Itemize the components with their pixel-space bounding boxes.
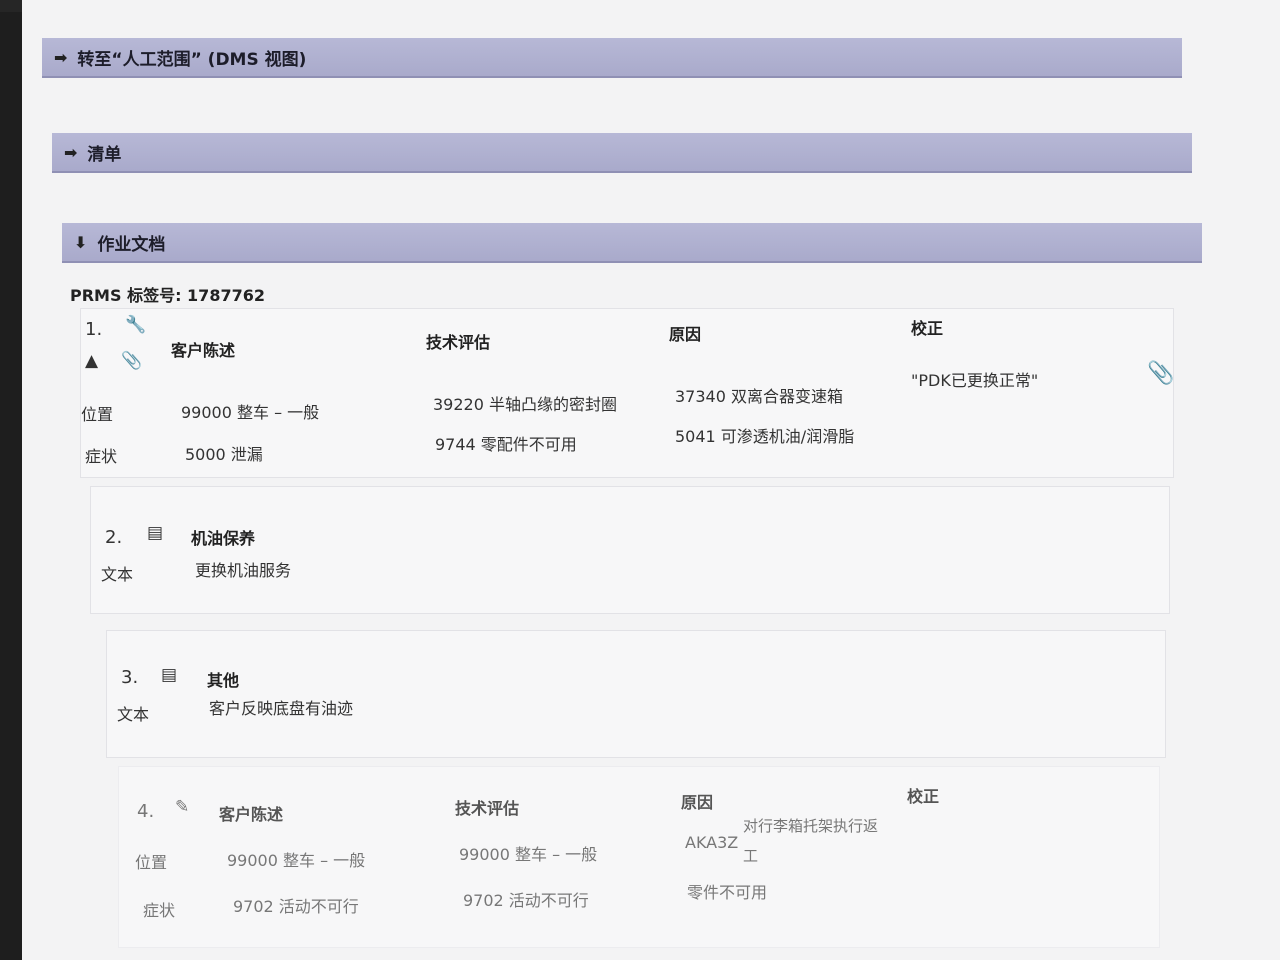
job-item-1: 1. 🔧 ▲ 📎 客户陈述 技术评估 原因 校正 位置 症状 99000 整车 …: [80, 308, 1174, 478]
text-label: 文本: [117, 705, 150, 724]
goto-labour-section-header[interactable]: ➡ 转至“人工范围” (DMS 视图): [42, 38, 1182, 78]
paperclip-icon[interactable]: 📎: [1147, 361, 1174, 386]
customer-position-value: 99000 整车 – 一般: [227, 851, 366, 870]
job-item-4: 4. ✎ 客户陈述 技术评估 原因 校正 位置 症状 99000 整车 – 一般…: [118, 766, 1160, 948]
job-item-2: 2. ▤ 机油保养 文本 更换机油服务: [90, 486, 1170, 614]
customer-position-value: 99000 整车 – 一般: [181, 403, 320, 422]
job-item-3: 3. ▤ 其他 文本 客户反映底盘有油迹: [106, 630, 1166, 758]
symptom-label: 症状: [143, 901, 176, 920]
customer-statement-header: 客户陈述: [171, 341, 236, 360]
document-icon[interactable]: ▤: [161, 665, 177, 685]
item-title: 机油保养: [191, 529, 256, 548]
item-title: 其他: [207, 671, 240, 690]
tech-symptom-value: 9744 零配件不可用: [435, 435, 577, 454]
arrow-right-icon: ➡: [54, 47, 68, 67]
edit-icon[interactable]: ✎: [175, 797, 189, 817]
prms-tag-value: 1787762: [187, 286, 265, 305]
correction-header: 校正: [907, 787, 940, 806]
text-label: 文本: [101, 565, 134, 584]
cause-header: 原因: [669, 325, 702, 344]
customer-symptom-value: 5000 泄漏: [185, 445, 263, 464]
app-screen: ➡ 转至“人工范围” (DMS 视图) ➡ 清单 ⬇ 作业文档 PRMS 标签号…: [22, 0, 1280, 960]
tech-assessment-header: 技术评估: [455, 799, 520, 818]
prms-tag: PRMS 标签号: 1787762: [70, 282, 265, 306]
arrow-down-icon: ⬇: [74, 232, 88, 252]
position-label: 位置: [135, 853, 168, 872]
item-number: 4.: [137, 801, 155, 822]
item-number: 1.: [85, 319, 103, 340]
cause-header: 原因: [681, 793, 714, 812]
checklist-label: 清单: [87, 144, 122, 165]
tech-position-value: 39220 半轴凸缘的密封圈: [433, 395, 617, 414]
cause-position-value: 37340 双离合器变速箱: [675, 387, 843, 406]
cause-desc-line-1: 对行李箱托架执行返: [743, 817, 879, 835]
symptom-label: 症状: [85, 447, 118, 466]
cause-symptom-value: 零件不可用: [687, 883, 768, 902]
paperclip-icon[interactable]: 📎: [121, 351, 142, 371]
item-number: 3.: [121, 667, 139, 688]
prms-tag-label: PRMS 标签号:: [70, 286, 182, 305]
cause-code-value: AKA3Z: [685, 833, 739, 852]
correction-value: "PDK已更换正常": [911, 371, 1039, 390]
job-docs-section-header[interactable]: ⬇ 作业文档: [62, 223, 1202, 263]
wrench-icon[interactable]: 🔧: [125, 315, 146, 335]
item-number: 2.: [105, 527, 123, 548]
item-text-value: 客户反映底盘有油迹: [209, 699, 354, 718]
cause-desc-line-2: 工: [743, 847, 759, 865]
correction-header: 校正: [911, 319, 944, 338]
item-text-value: 更换机油服务: [195, 561, 292, 580]
position-label: 位置: [81, 405, 114, 424]
document-icon[interactable]: ▤: [147, 523, 163, 543]
tech-assessment-header: 技术评估: [426, 333, 491, 352]
checklist-section-header[interactable]: ➡ 清单: [52, 133, 1192, 173]
job-docs-label: 作业文档: [97, 234, 166, 255]
arrow-right-icon: ➡: [64, 142, 78, 162]
customer-symptom-value: 9702 活动不可行: [233, 897, 359, 916]
tech-position-value: 99000 整车 – 一般: [459, 845, 598, 864]
goto-labour-label: 转至“人工范围” (DMS 视图): [77, 49, 307, 70]
tech-symptom-value: 9702 活动不可行: [463, 891, 589, 910]
customer-statement-header: 客户陈述: [219, 805, 284, 824]
oil-bottle-icon[interactable]: ▲: [85, 351, 98, 371]
cause-symptom-value: 5041 可渗透机油/润滑脂: [675, 427, 855, 446]
